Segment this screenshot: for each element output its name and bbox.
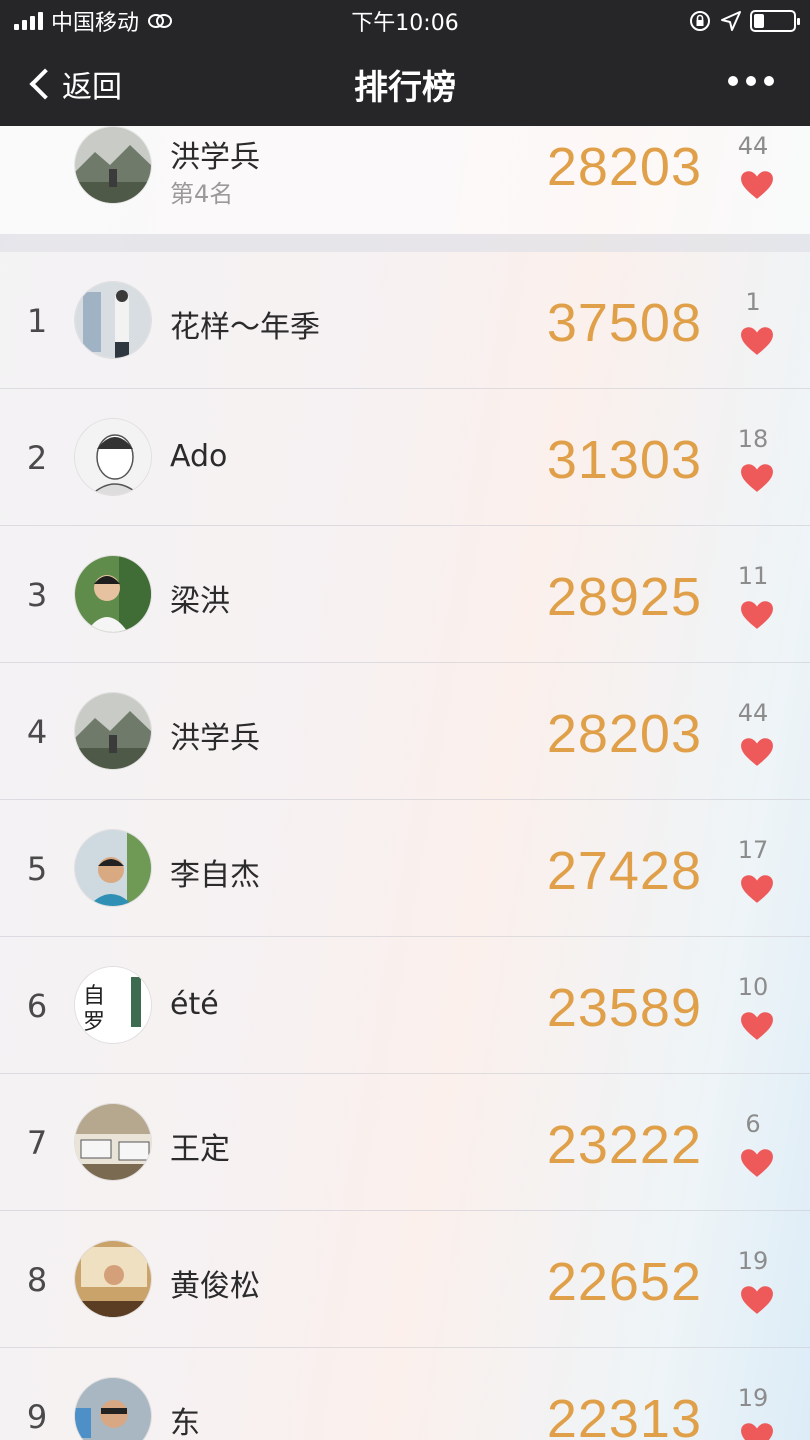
more-dots-icon[interactable] <box>728 76 774 86</box>
avatar[interactable] <box>74 555 152 633</box>
heart-icon[interactable] <box>740 1422 774 1440</box>
user-name: 黄俊松 <box>170 1269 260 1304</box>
rotation-lock-icon <box>690 11 710 31</box>
step-count: 37508 <box>546 293 702 353</box>
avatar[interactable]: 自罗 <box>74 966 152 1044</box>
back-label: 返回 <box>62 70 122 105</box>
user-name: 梁洪 <box>170 584 230 619</box>
heart-icon[interactable] <box>740 326 774 356</box>
avatar[interactable] <box>74 829 152 907</box>
ranking-row[interactable]: 8 黄俊松 22652 19 <box>0 1211 810 1348</box>
ranking-row[interactable]: 2 Ado 31303 18 <box>0 389 810 526</box>
rank-number: 1 <box>26 302 48 340</box>
user-name: 花样～年季 <box>170 310 320 345</box>
heart-icon[interactable] <box>740 874 774 904</box>
avatar[interactable] <box>74 1377 152 1440</box>
step-count: 31303 <box>546 430 702 490</box>
back-button[interactable]: 返回 <box>26 60 122 108</box>
heart-icon[interactable] <box>740 1285 774 1315</box>
ranking-row[interactable]: 3 梁洪 28925 11 <box>0 526 810 663</box>
avatar[interactable] <box>74 126 152 204</box>
svg-text:罗: 罗 <box>83 1010 105 1035</box>
ranking-row[interactable]: 4 洪学兵 28203 44 <box>0 663 810 800</box>
rank-number: 9 <box>26 1398 48 1436</box>
heart-icon[interactable] <box>740 170 774 200</box>
rank-number: 7 <box>26 1124 48 1162</box>
status-bar: 中国移动 下午10:06 <box>0 0 810 42</box>
rank-number: 5 <box>26 850 48 888</box>
nav-bar: 返回 排行榜 <box>0 42 810 126</box>
location-arrow-icon <box>721 11 741 31</box>
avatar[interactable] <box>74 692 152 770</box>
user-name: Ado <box>170 439 228 474</box>
avatar[interactable] <box>74 418 152 496</box>
step-count: 28203 <box>546 704 702 764</box>
like-count: 10 <box>737 973 769 1001</box>
ranking-row[interactable]: 9 东 22313 19 <box>0 1348 810 1440</box>
user-name: été <box>170 987 219 1022</box>
ranking-row[interactable]: 1 花样～年季 37508 1 <box>0 252 810 389</box>
my-like-count: 44 <box>737 132 769 160</box>
rank-number: 6 <box>26 987 48 1025</box>
avatar[interactable] <box>74 1103 152 1181</box>
my-name: 洪学兵 <box>170 140 260 175</box>
rank-number: 2 <box>26 439 48 477</box>
step-count: 23222 <box>546 1115 702 1175</box>
avatar[interactable] <box>74 1240 152 1318</box>
avatar[interactable] <box>74 281 152 359</box>
battery-level <box>754 14 764 28</box>
like-count: 19 <box>737 1247 769 1275</box>
battery-icon <box>750 10 800 32</box>
chevron-left-icon <box>29 68 61 100</box>
rank-number: 3 <box>26 576 48 614</box>
svg-text:自: 自 <box>83 984 105 1009</box>
step-count: 28925 <box>546 567 702 627</box>
my-rank-text: 第4名 <box>170 180 234 208</box>
like-count: 1 <box>745 288 761 316</box>
step-count: 22313 <box>546 1389 702 1440</box>
ranking-row[interactable]: 7 王定 23222 6 <box>0 1074 810 1211</box>
rank-number: 8 <box>26 1261 48 1299</box>
heart-icon[interactable] <box>740 737 774 767</box>
user-name: 洪学兵 <box>170 721 260 756</box>
my-rank-card[interactable]: 洪学兵 第4名 28203 44 <box>0 126 810 234</box>
like-count: 11 <box>737 562 769 590</box>
user-name: 李自杰 <box>170 858 260 893</box>
ranking-row[interactable]: 6 自罗 été 23589 10 <box>0 937 810 1074</box>
rank-number: 4 <box>26 713 48 751</box>
like-count: 18 <box>737 425 769 453</box>
user-name: 王定 <box>170 1132 230 1167</box>
heart-icon[interactable] <box>740 1011 774 1041</box>
heart-icon[interactable] <box>740 1148 774 1178</box>
step-count: 22652 <box>546 1252 702 1312</box>
wechat-link-icon <box>148 14 173 28</box>
user-name: 东 <box>170 1406 200 1440</box>
signal-icon <box>14 12 43 30</box>
heart-icon[interactable] <box>740 600 774 630</box>
like-count: 19 <box>737 1384 769 1412</box>
step-count: 27428 <box>546 841 702 901</box>
like-count: 44 <box>737 699 769 727</box>
ranking-row[interactable]: 5 李自杰 27428 17 <box>0 800 810 937</box>
like-count: 6 <box>745 1110 761 1138</box>
section-divider <box>0 234 810 252</box>
like-count: 17 <box>737 836 769 864</box>
heart-icon[interactable] <box>740 463 774 493</box>
my-steps: 28203 <box>546 137 702 197</box>
step-count: 23589 <box>546 978 702 1038</box>
carrier-label: 中国移动 <box>51 11 140 36</box>
